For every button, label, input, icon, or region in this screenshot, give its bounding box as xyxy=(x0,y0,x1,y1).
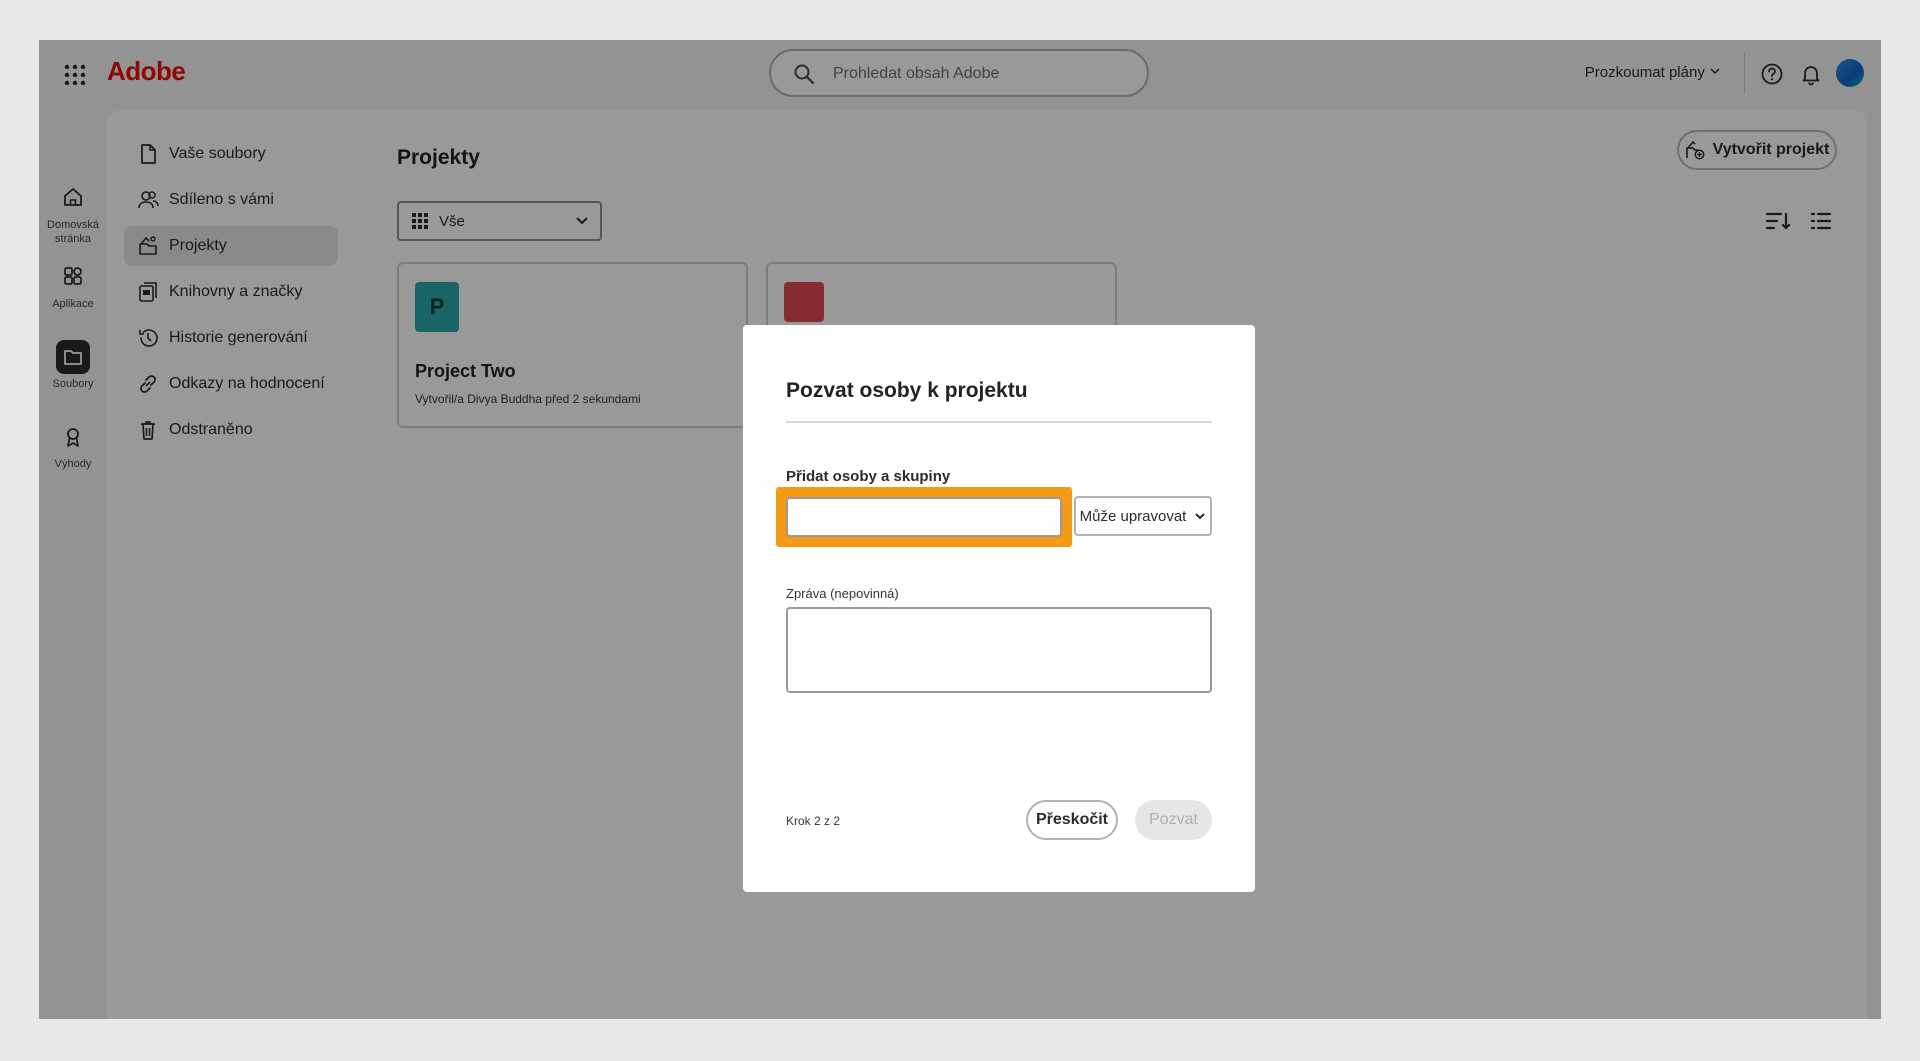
dialog-divider xyxy=(786,421,1212,423)
invite-dialog: Pozvat osoby k projektu Přidat osoby a s… xyxy=(743,325,1255,892)
skip-button[interactable]: Přeskočit xyxy=(1026,800,1118,840)
chevron-down-icon xyxy=(1194,510,1206,522)
add-people-input[interactable] xyxy=(786,497,1062,537)
add-people-label: Přidat osoby a skupiny xyxy=(786,468,951,485)
message-textarea[interactable] xyxy=(786,607,1212,693)
app-window: Adobe Prohledat obsah Adobe Prozkoumat p… xyxy=(39,40,1881,1019)
step-indicator: Krok 2 z 2 xyxy=(786,814,841,828)
dialog-title: Pozvat osoby k projektu xyxy=(786,379,1028,402)
invite-button[interactable]: Pozvat xyxy=(1135,800,1212,840)
message-label: Zpráva (nepovinná) xyxy=(786,586,899,601)
permission-label: Může upravovat xyxy=(1079,507,1187,525)
permission-dropdown[interactable]: Může upravovat xyxy=(1074,496,1212,536)
